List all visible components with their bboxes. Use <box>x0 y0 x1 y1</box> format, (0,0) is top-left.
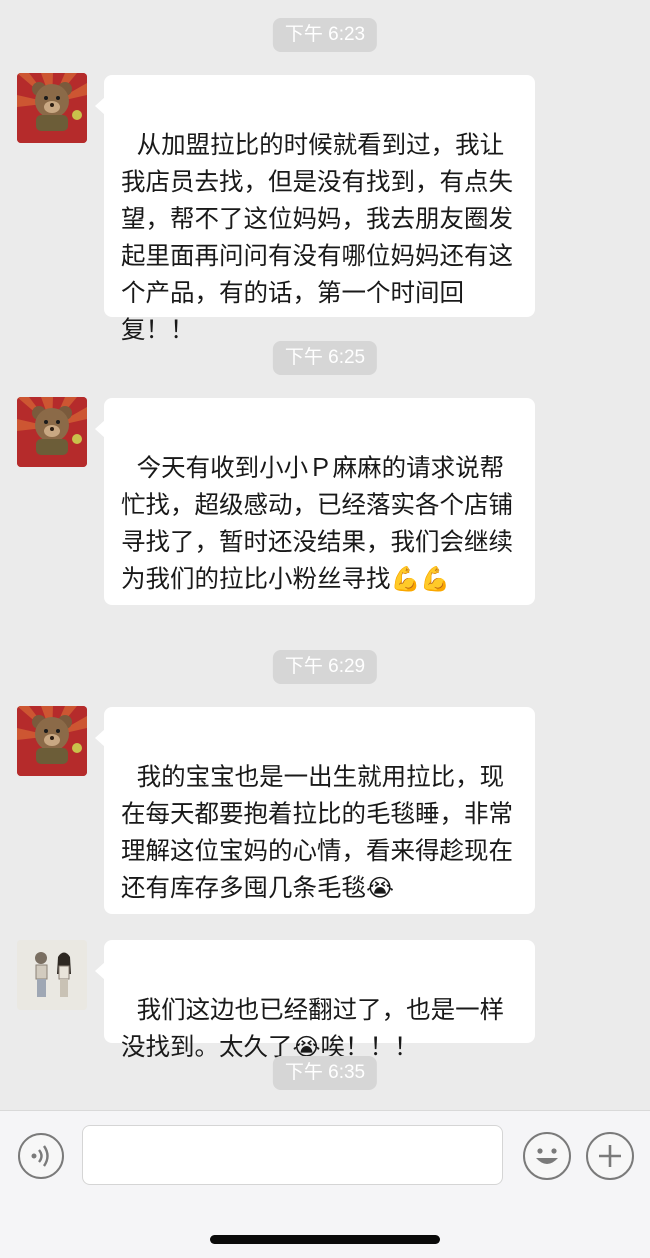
crying-face-emoji-icon: 😭 <box>366 874 395 902</box>
message-text: 从加盟拉比的时候就看到过，我让我店员去找，但是没有找到，有点失望，帮不了这位妈妈… <box>121 130 513 344</box>
timestamp: 下午 6:35 <box>272 1056 378 1090</box>
flexed-biceps-emoji-icon: 💪💪 <box>390 565 451 593</box>
timestamp: 下午 6:29 <box>272 650 378 684</box>
message-input[interactable] <box>82 1125 503 1185</box>
message-bubble[interactable]: 我的宝宝也是一出生就用拉比，现在每天都要抱着拉比的毛毯睡，非常理解这位宝妈的心情… <box>95 707 535 914</box>
add-button[interactable] <box>586 1132 634 1180</box>
shop-avatar[interactable] <box>17 397 87 467</box>
bear-logo-icon <box>17 397 87 467</box>
bear-logo-icon <box>17 706 87 776</box>
message-text: 今天有收到小小Ｐ麻麻的请求说帮忙找，超级感动，已经落实各个店铺寻找了，暂时还没结… <box>121 453 513 593</box>
add-icon <box>599 1145 621 1167</box>
voice-button[interactable] <box>18 1133 64 1179</box>
message-bubble[interactable]: 今天有收到小小Ｐ麻麻的请求说帮忙找，超级感动，已经落实各个店铺寻找了，暂时还没结… <box>95 398 535 605</box>
input-bar <box>0 1110 650 1258</box>
shop-avatar[interactable] <box>17 706 87 776</box>
timestamp: 下午 6:23 <box>272 18 378 52</box>
home-indicator[interactable] <box>210 1235 440 1244</box>
message-bubble[interactable]: 从加盟拉比的时候就看到过，我让我店员去找，但是没有找到，有点失望，帮不了这位妈妈… <box>95 75 535 344</box>
message-text: 我的宝宝也是一出生就用拉比，现在每天都要抱着拉比的毛毯睡，非常理解这位宝妈的心情… <box>121 762 513 902</box>
shop-avatar[interactable] <box>17 73 87 143</box>
user-avatar[interactable] <box>17 940 87 1010</box>
bear-logo-icon <box>17 73 87 143</box>
emoji-icon <box>536 1148 558 1164</box>
couple-sketch-icon <box>17 940 87 1010</box>
voice-icon <box>31 1145 49 1167</box>
message-bubble[interactable]: 我们这边也已经翻过了，也是一样没找到。太久了😭唉！！！ <box>95 940 535 1061</box>
emoji-button[interactable] <box>523 1132 571 1180</box>
timestamp: 下午 6:25 <box>272 341 378 375</box>
